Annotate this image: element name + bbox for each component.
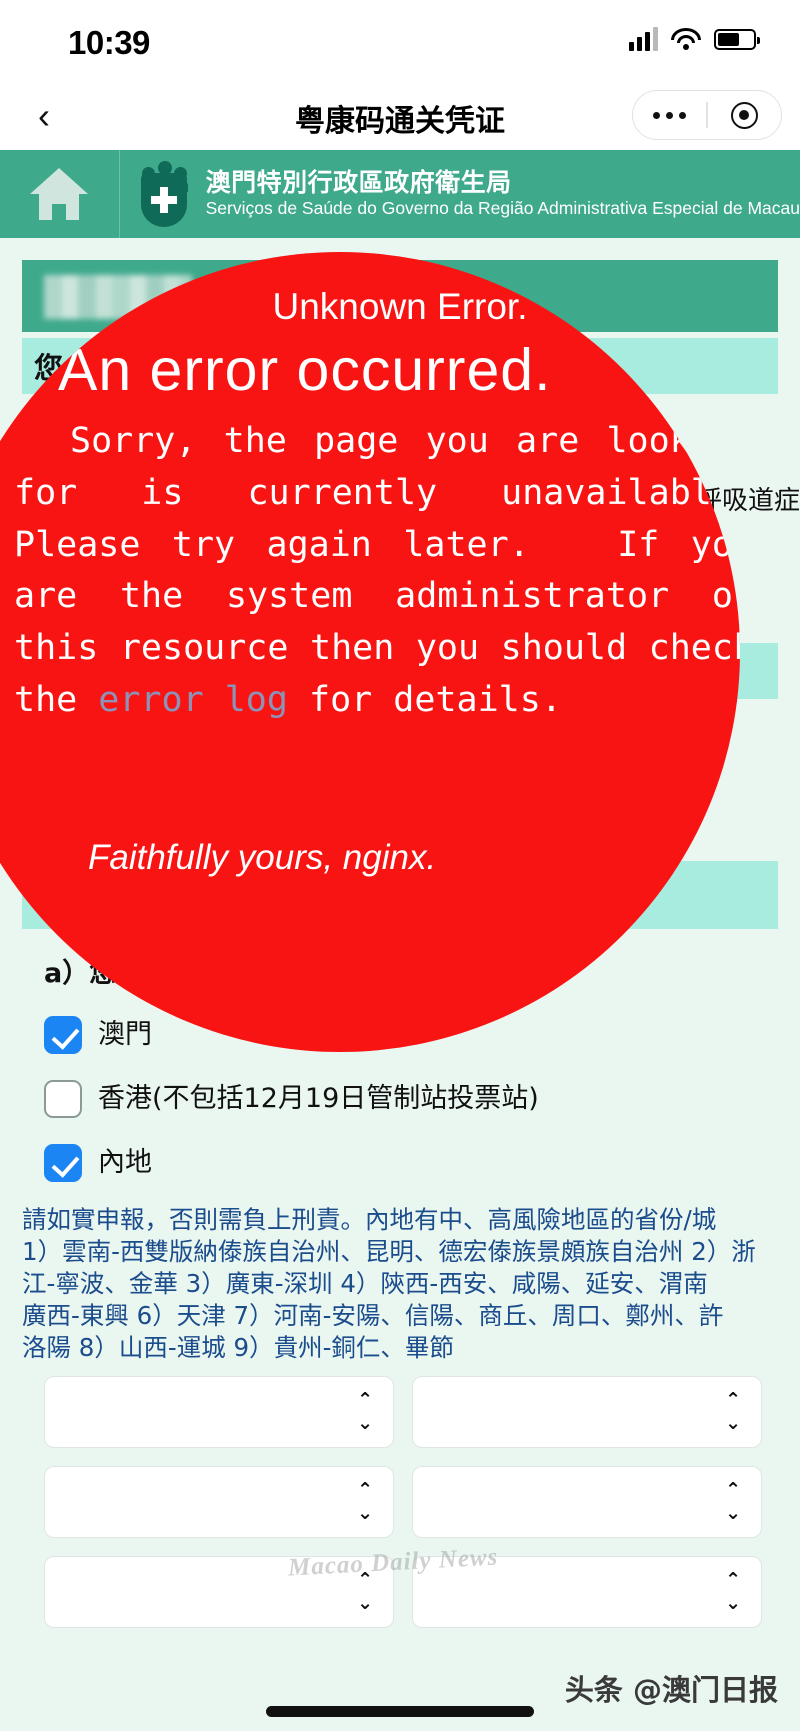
- status-bar: 10:39: [0, 0, 800, 80]
- status-time: 10:39: [68, 24, 150, 61]
- brand-watermark: 头条 @澳门日报: [564, 1673, 778, 1707]
- chevron-updown-icon: ⌃ ⌄: [357, 1479, 373, 1524]
- error-subheading: An error occurred.: [58, 337, 552, 403]
- org-text: 澳門特別行政區政府衛生局 Serviços de Saúde do Govern…: [206, 169, 800, 220]
- notice-line: 1）雲南-西雙版納傣族自治州、昆明、德宏傣族景頗族自治州 2）浙: [22, 1236, 756, 1266]
- location-select[interactable]: ⌃ ⌄: [412, 1465, 762, 1538]
- macau-health-bureau-logo: [134, 159, 196, 229]
- error-heading: Unknown Error.: [272, 286, 528, 327]
- home-icon: [30, 168, 89, 220]
- wifi-icon: [671, 28, 701, 50]
- travel-option-hongkong[interactable]: 香港(不包括12月19日管制站投票站): [44, 1078, 800, 1118]
- org-title-cn: 澳門特別行政區政府衛生局: [205, 167, 512, 197]
- error-signature: Faithfully yours, nginx.: [88, 838, 437, 877]
- error-body: Sorry, the page you are looking for is c…: [14, 416, 740, 727]
- chevron-updown-icon: ⌃ ⌄: [725, 1389, 741, 1434]
- org-title-pt: Serviços de Saúde do Governo da Região A…: [205, 198, 800, 219]
- notice-line: 洛陽 8）山西-運城 9）貴州-銅仁、畢節: [22, 1332, 454, 1362]
- location-select-grid: ⌃ ⌄ ⌃ ⌄ ⌃ ⌄ ⌃ ⌄ ⌃ ⌄ ⌃ ⌄: [44, 1375, 800, 1628]
- error-body-part2-suffix: for details.: [287, 679, 562, 720]
- notice-line: 江-寧波、金華 3）廣東-深圳 4）陝西-西安、咸陽、延安、渭南: [22, 1268, 708, 1298]
- chevron-updown-icon: ⌃ ⌄: [357, 1389, 373, 1434]
- phone-screen: 10:39 ‹ 粤康码通关凭证 澳門特別行政區政府衛生局 Serviços de…: [0, 0, 800, 1731]
- home-indicator: [266, 1706, 534, 1717]
- location-select[interactable]: ⌃ ⌄: [44, 1375, 394, 1448]
- home-button[interactable]: [0, 150, 120, 238]
- checkbox-label: 香港(不包括12月19日管制站投票站): [98, 1082, 539, 1114]
- checkbox-label: 內地: [98, 1146, 152, 1178]
- location-select[interactable]: ⌃ ⌄: [44, 1555, 394, 1628]
- navigation-bar: ‹ 粤康码通关凭证: [0, 80, 800, 150]
- checkbox[interactable]: [44, 1143, 82, 1182]
- notice-line: 廣西-東興 6）天津 7）河南-安陽、信陽、商丘、周口、鄭州、許: [22, 1300, 724, 1330]
- travel-option-mainland[interactable]: 內地: [44, 1142, 800, 1182]
- chevron-updown-icon: ⌃ ⌄: [357, 1569, 373, 1614]
- chevron-updown-icon: ⌃ ⌄: [725, 1569, 741, 1614]
- target-circle-icon[interactable]: [708, 101, 781, 129]
- battery-icon: [714, 28, 760, 50]
- checkbox[interactable]: [44, 1079, 82, 1118]
- chevron-updown-icon: ⌃ ⌄: [725, 1479, 741, 1524]
- miniprogram-capsule: [632, 90, 782, 140]
- org-header: 澳門特別行政區政府衛生局 Serviços de Saúde do Govern…: [0, 150, 800, 238]
- status-indicators: [629, 27, 760, 51]
- location-select[interactable]: ⌃ ⌄: [44, 1465, 394, 1538]
- cellular-signal-icon: [629, 27, 658, 51]
- error-overlay-circle: Unknown Error. An error occurred. Sorry,…: [0, 252, 740, 1052]
- notice-line: 請如實申報，否則需負上刑責。內地有中、高風險地區的省份/城: [22, 1204, 717, 1234]
- error-log-link[interactable]: error log: [98, 680, 288, 720]
- more-dots-icon[interactable]: [633, 111, 706, 119]
- location-select[interactable]: ⌃ ⌄: [412, 1375, 762, 1448]
- travel-notice: 請如實申報，否則需負上刑責。內地有中、高風險地區的省份/城 1）雲南-西雙版納傣…: [22, 1204, 778, 1364]
- form-page: 澳門特別行政區政府衛生局 Serviços de Saúde do Govern…: [0, 150, 800, 1731]
- location-select[interactable]: ⌃ ⌄: [412, 1555, 762, 1628]
